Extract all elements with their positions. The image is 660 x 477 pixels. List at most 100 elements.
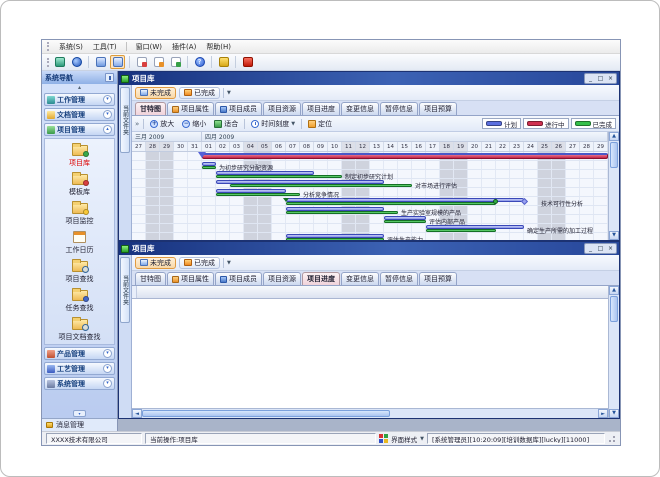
- chevron-down-icon[interactable]: ▾: [103, 349, 112, 358]
- message-management-tab[interactable]: 消息管理: [42, 418, 117, 431]
- sidebar-group-2[interactable]: 项目管理▴: [44, 123, 115, 136]
- pin-icon[interactable]: [105, 73, 114, 82]
- scrollbar-thumb[interactable]: [610, 296, 618, 322]
- tab-3[interactable]: 项目资源: [263, 102, 301, 115]
- tab-1[interactable]: 项目属性: [167, 272, 214, 285]
- sidebar-item-2[interactable]: 项目监控: [45, 199, 114, 227]
- sidebar-group-4[interactable]: 工艺管理▾: [44, 362, 115, 375]
- tab-5[interactable]: 变更信息: [341, 272, 379, 285]
- exit-button[interactable]: [240, 55, 255, 69]
- report-view-button[interactable]: [168, 55, 183, 69]
- chevron-down-icon[interactable]: ▾: [103, 364, 112, 373]
- tab-0[interactable]: 甘特图: [135, 272, 166, 285]
- sidebar-bottom-chevron[interactable]: ▾: [42, 409, 117, 418]
- monitor-button[interactable]: [52, 55, 67, 69]
- menu-item-0[interactable]: 系统(S): [58, 42, 84, 52]
- tab-4[interactable]: 项目进度: [302, 102, 340, 115]
- close-button[interactable]: ×: [606, 244, 615, 253]
- minimize-button[interactable]: _: [586, 244, 595, 253]
- tab-3[interactable]: 项目资源: [263, 272, 301, 285]
- chevron-down-icon[interactable]: ▾: [103, 110, 112, 119]
- sidebar-item-5[interactable]: 任务查找: [45, 286, 114, 314]
- tab-6[interactable]: 暂停信息: [380, 272, 418, 285]
- filter-finished-button[interactable]: 已完成: [179, 257, 220, 269]
- scroll-left-icon[interactable]: ◄: [132, 409, 142, 418]
- current-folder-tab[interactable]: 当前文件夹: [120, 87, 130, 153]
- table-horizontal-scrollbar[interactable]: ◄ ►: [132, 408, 608, 418]
- actual-bar[interactable]: [216, 193, 300, 196]
- report-new-button[interactable]: [134, 55, 149, 69]
- tab-1[interactable]: 项目属性: [167, 102, 214, 115]
- tab-2[interactable]: 项目成员: [215, 102, 262, 115]
- sidebar-group-5[interactable]: 系统管理▾: [44, 377, 115, 390]
- sidebar-group-1[interactable]: 文档管理▾: [44, 108, 115, 121]
- scrollbar-thumb[interactable]: [610, 142, 618, 168]
- actual-bar[interactable]: [286, 238, 384, 240]
- actual-bar[interactable]: [216, 175, 342, 178]
- actual-bar[interactable]: [384, 220, 426, 223]
- sidebar-item-3[interactable]: 工作日历: [45, 228, 114, 256]
- actual-bar[interactable]: [286, 202, 496, 205]
- filter-unfinished-button[interactable]: 未完成: [135, 257, 176, 269]
- tab-0[interactable]: 甘特图: [135, 102, 166, 115]
- sidebar-group-3[interactable]: 产品管理▾: [44, 347, 115, 360]
- help-button[interactable]: ?: [192, 55, 207, 69]
- chevron-down-icon[interactable]: ▾: [103, 379, 112, 388]
- actual-bar[interactable]: [202, 166, 216, 169]
- folder-open-button[interactable]: [110, 55, 125, 69]
- sidebar-item-6[interactable]: 项目文档查找: [45, 315, 114, 343]
- chevron-down-icon[interactable]: ▼: [420, 436, 424, 442]
- chevron-down-icon[interactable]: ▾: [103, 95, 112, 104]
- chevron-up-icon[interactable]: ▴: [103, 125, 112, 134]
- window-titlebar[interactable]: 项目库 _□×: [119, 242, 619, 255]
- lock-button[interactable]: [216, 55, 231, 69]
- gantt-tool-0[interactable]: +放大: [148, 118, 176, 130]
- menu-item-1[interactable]: 工具(T): [92, 42, 118, 52]
- actual-bar[interactable]: [230, 184, 412, 187]
- table-vertical-scrollbar[interactable]: ▲ ▼: [608, 286, 619, 418]
- scrollbar-track[interactable]: [609, 169, 619, 231]
- interface-style-label[interactable]: 界面样式: [391, 434, 417, 444]
- tab-4[interactable]: 项目进度: [302, 272, 340, 285]
- scrollbar-track[interactable]: [390, 409, 598, 418]
- maximize-button[interactable]: □: [596, 244, 605, 253]
- sidebar-item-1[interactable]: 模板库: [45, 170, 114, 198]
- gantt-tool-3[interactable]: 时间刻度▼: [249, 118, 297, 130]
- menu-item-3[interactable]: 插件(A): [171, 42, 197, 52]
- minimize-button[interactable]: _: [586, 74, 595, 83]
- sidebar-item-4[interactable]: 项目查找: [45, 257, 114, 285]
- folder-closed-button[interactable]: [93, 55, 108, 69]
- dropdown-chevron-icon[interactable]: ▼: [227, 90, 231, 96]
- report-edit-button[interactable]: [151, 55, 166, 69]
- window-titlebar[interactable]: 项目库 _□×: [119, 72, 619, 85]
- gantt-tool-2[interactable]: 适合: [212, 118, 240, 130]
- tab-6[interactable]: 暂停信息: [380, 102, 418, 115]
- scroll-up-icon[interactable]: ▲: [609, 286, 619, 295]
- tab-5[interactable]: 变更信息: [341, 102, 379, 115]
- current-folder-tab[interactable]: 当前文件夹: [120, 257, 130, 323]
- tab-7[interactable]: 项目预算: [419, 102, 457, 115]
- actual-bar[interactable]: [426, 229, 496, 232]
- gantt-vertical-scrollbar[interactable]: ▲ ▼: [608, 132, 619, 240]
- scroll-up-icon[interactable]: ▲: [609, 132, 619, 141]
- dropdown-chevron-icon[interactable]: ▼: [227, 260, 231, 266]
- sidebar-group-0[interactable]: 工作管理▾: [44, 93, 115, 106]
- gantt-tool-4[interactable]: 定位: [306, 118, 334, 130]
- scroll-down-icon[interactable]: ▼: [609, 231, 619, 240]
- menu-item-4[interactable]: 帮助(H): [205, 42, 232, 52]
- scrollbar-thumb[interactable]: [142, 410, 390, 417]
- filter-unfinished-button[interactable]: 未完成: [135, 87, 176, 99]
- globe-button[interactable]: [69, 55, 84, 69]
- scroll-down-icon[interactable]: ▼: [609, 409, 619, 418]
- filter-finished-button[interactable]: 已完成: [179, 87, 220, 99]
- menu-item-2[interactable]: 窗口(W): [135, 42, 163, 52]
- scrollbar-track[interactable]: [609, 323, 619, 409]
- gantt-tool-1[interactable]: −缩小: [180, 118, 208, 130]
- tab-7[interactable]: 项目预算: [419, 272, 457, 285]
- actual-bar[interactable]: [286, 211, 398, 214]
- tab-2[interactable]: 项目成员: [215, 272, 262, 285]
- summary-bar[interactable]: [202, 153, 608, 159]
- sidebar-item-0[interactable]: 项目库: [45, 141, 114, 169]
- maximize-button[interactable]: □: [596, 74, 605, 83]
- scroll-right-icon[interactable]: ►: [598, 409, 608, 418]
